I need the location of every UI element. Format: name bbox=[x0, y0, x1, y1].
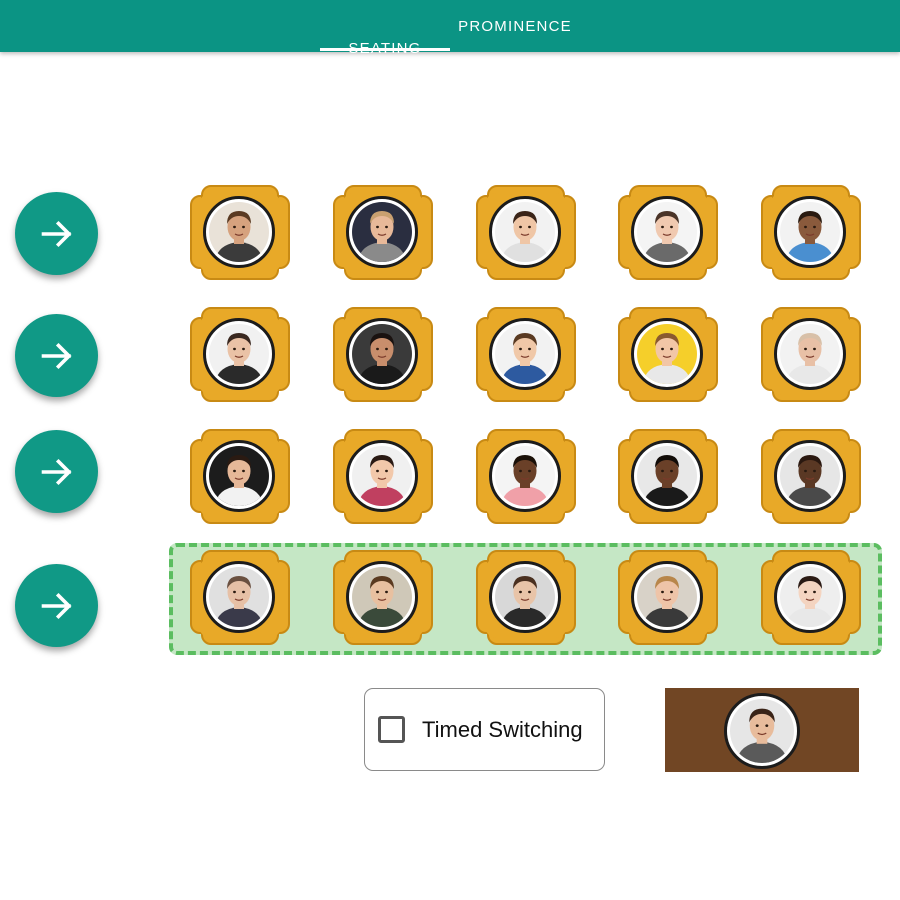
young-man-dark-bg-avatar bbox=[203, 440, 275, 512]
woman-headache-avatar bbox=[631, 196, 703, 268]
presenter-avatar bbox=[724, 693, 800, 769]
seat-r4-c5[interactable] bbox=[761, 550, 861, 646]
arrow-right-icon bbox=[41, 342, 72, 369]
timed-switching-toggle[interactable]: Timed Switching bbox=[364, 688, 605, 771]
man-bald-tired-avatar bbox=[774, 318, 846, 390]
man-yellow-bg-avatar bbox=[631, 318, 703, 390]
seat-r3-c4[interactable] bbox=[618, 429, 718, 525]
row-select-button-3[interactable] bbox=[15, 430, 98, 513]
active-tab-indicator bbox=[320, 48, 450, 51]
row-select-button-4[interactable] bbox=[15, 564, 98, 647]
man-scratching-head-avatar bbox=[203, 318, 275, 390]
man-bored-avatar bbox=[489, 318, 561, 390]
seat-r3-c2[interactable] bbox=[333, 429, 433, 525]
row-select-button-1[interactable] bbox=[15, 192, 98, 275]
timed-switching-checkbox[interactable] bbox=[378, 716, 405, 743]
seat-r3-c5[interactable] bbox=[761, 429, 861, 525]
seat-r3-c1[interactable] bbox=[190, 429, 290, 525]
seat-r2-c1[interactable] bbox=[190, 307, 290, 403]
seat-r1-c4[interactable] bbox=[618, 185, 718, 281]
seat-r4-c3[interactable] bbox=[476, 550, 576, 646]
woman-curly-hair-avatar bbox=[631, 440, 703, 512]
seat-r1-c1[interactable] bbox=[190, 185, 290, 281]
seat-r1-c2[interactable] bbox=[333, 185, 433, 281]
man-glasses-avatar bbox=[203, 561, 275, 633]
seat-r2-c3[interactable] bbox=[476, 307, 576, 403]
man-short-hair-avatar bbox=[489, 561, 561, 633]
arrow-right-icon bbox=[41, 592, 72, 619]
woman-smiling-avatar bbox=[346, 440, 418, 512]
arrow-right-icon bbox=[41, 220, 72, 247]
woman-blonde-avatar bbox=[631, 561, 703, 633]
timed-switching-label: Timed Switching bbox=[422, 716, 583, 742]
seat-r2-c4[interactable] bbox=[618, 307, 718, 403]
arrow-right-icon bbox=[41, 458, 72, 485]
man-sunglasses-avatar bbox=[346, 196, 418, 268]
man-pink-shirt-avatar bbox=[489, 440, 561, 512]
woman-dark-hair-avatar bbox=[346, 318, 418, 390]
seat-r3-c3[interactable] bbox=[476, 429, 576, 525]
seat-r2-c2[interactable] bbox=[333, 307, 433, 403]
app-bar: SEATING PROMINENCE bbox=[0, 0, 900, 57]
man-thinking-avatar bbox=[489, 196, 561, 268]
man-messy-hair-avatar bbox=[346, 561, 418, 633]
seat-r1-c5[interactable] bbox=[761, 185, 861, 281]
man-smiling-avatar bbox=[774, 196, 846, 268]
presenter-panel[interactable] bbox=[665, 688, 859, 772]
man-bald-dark-avatar bbox=[774, 440, 846, 512]
woman-asian-avatar bbox=[774, 561, 846, 633]
seat-r2-c5[interactable] bbox=[761, 307, 861, 403]
seat-r4-c4[interactable] bbox=[618, 550, 718, 646]
seat-r4-c1[interactable] bbox=[190, 550, 290, 646]
man-phone-avatar bbox=[203, 196, 275, 268]
seat-r1-c3[interactable] bbox=[476, 185, 576, 281]
seat-r4-c2[interactable] bbox=[333, 550, 433, 646]
tab-prominence[interactable]: PROMINENCE bbox=[450, 0, 580, 52]
row-select-button-2[interactable] bbox=[15, 314, 98, 397]
